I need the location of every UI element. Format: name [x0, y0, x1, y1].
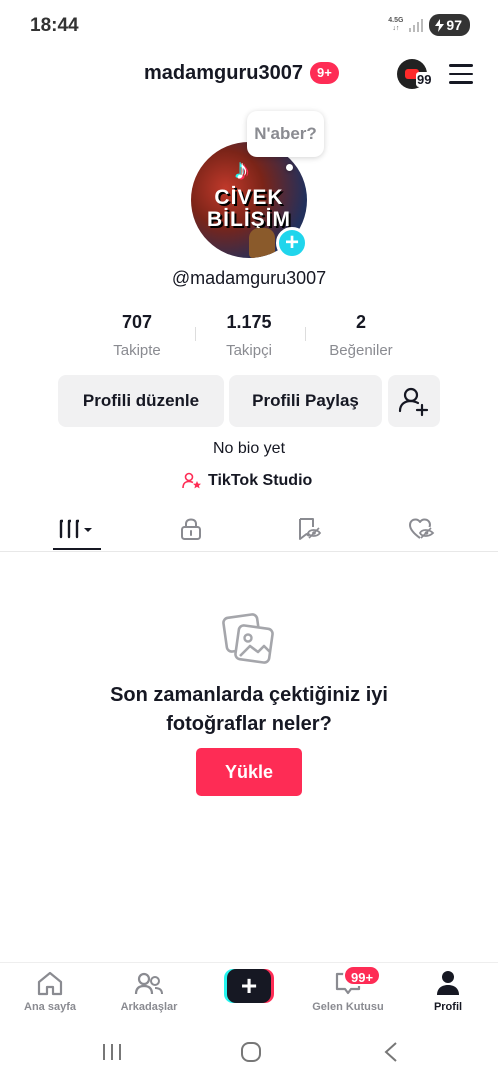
photos-icon [222, 613, 274, 664]
stat-followers-label: Takipçi [226, 342, 272, 359]
studio-icon [182, 472, 201, 489]
nav-friends[interactable]: Arkadaşlar [99, 969, 199, 1013]
edit-profile-button[interactable]: Profili düzenle [58, 375, 224, 427]
friends-icon [134, 972, 163, 995]
lock-icon [181, 518, 201, 540]
recent-apps-icon[interactable] [100, 1040, 124, 1064]
avatar-text-line1: CİVEK [214, 186, 284, 209]
username-title[interactable]: madamguru3007 [144, 62, 303, 85]
home-icon [37, 971, 63, 996]
tiktok-studio-link[interactable]: TikTok Studio [182, 470, 312, 492]
nav-home[interactable]: Ana sayfa [0, 969, 100, 1013]
status-time: 18:44 [30, 15, 79, 36]
home-button-icon[interactable] [239, 1040, 263, 1064]
stat-following-value: 707 [121, 312, 153, 332]
nav-home-label: Ana sayfa [24, 1001, 76, 1013]
bio-text[interactable]: No bio yet [0, 440, 498, 458]
account-switch-badge[interactable]: 9+ [310, 62, 339, 84]
profile-header: madamguru3007 9+ 99 [0, 56, 498, 92]
profile-tabs [0, 506, 498, 552]
battery-indicator: 97 [429, 14, 470, 36]
stat-likes[interactable]: 2 Beğeniler [306, 312, 416, 359]
add-friends-button[interactable] [388, 375, 440, 427]
network-indicator: 4.5G ↓↑ [388, 17, 404, 32]
profile-handle: @madamguru3007 [171, 268, 327, 288]
tiktok-logo-icon: ♪ [235, 154, 249, 185]
inbox-badge: 99+ [343, 965, 382, 986]
add-avatar-button[interactable]: + [276, 227, 308, 259]
network-label: 4.5G [388, 17, 404, 24]
videos-grid-icon [59, 519, 92, 539]
tab-private[interactable] [129, 506, 253, 552]
youtube-count: 99 [416, 72, 433, 87]
avatar-hand [249, 228, 275, 258]
stat-following-label: Takipte [113, 342, 161, 359]
tab-liked[interactable] [360, 506, 484, 552]
active-tab-indicator [53, 548, 101, 550]
stat-followers[interactable]: 1.175 Takipçi [194, 312, 304, 359]
nav-inbox-label: Gelen Kutusu [312, 1001, 384, 1013]
system-nav [0, 1028, 498, 1080]
studio-label: TikTok Studio [208, 472, 313, 489]
add-user-icon [398, 387, 429, 417]
back-icon[interactable] [380, 1040, 404, 1064]
note-bubble-tail [286, 164, 293, 171]
nav-friends-label: Arkadaşlar [120, 1001, 178, 1013]
nav-profile-label: Profil [433, 1001, 463, 1013]
tab-videos[interactable] [15, 506, 139, 552]
upload-button[interactable]: Yükle [196, 748, 302, 796]
stat-following[interactable]: 707 Takipte [82, 312, 192, 359]
nav-profile[interactable]: Profil [398, 969, 498, 1013]
stat-likes-value: 2 [355, 312, 366, 332]
charging-icon [435, 18, 445, 32]
empty-state-title: Son zamanlarda çektiğiniz iyi fotoğrafla… [0, 681, 498, 739]
menu-icon[interactable] [449, 64, 473, 84]
status-bar: 18:44 4.5G ↓↑ 97 [0, 0, 498, 52]
stat-followers-value: 1.175 [226, 312, 272, 332]
signal-icon [409, 18, 424, 32]
liked-icon [409, 518, 435, 539]
status-icons: 4.5G ↓↑ 97 [388, 14, 470, 36]
tab-saved[interactable] [248, 506, 372, 552]
share-profile-button[interactable]: Profili Paylaş [229, 375, 382, 427]
profile-icon [437, 971, 459, 995]
plus-icon: + [227, 969, 271, 1003]
saved-icon [299, 518, 322, 540]
stat-likes-label: Beğeniler [329, 342, 393, 359]
create-button[interactable]: + [224, 969, 274, 1003]
battery-level: 97 [446, 17, 462, 33]
note-bubble[interactable]: N'aber? [247, 111, 324, 157]
empty-state-line2: fotoğraflar neler? [166, 713, 332, 735]
empty-state-line1: Son zamanlarda çektiğiniz iyi [110, 684, 388, 706]
